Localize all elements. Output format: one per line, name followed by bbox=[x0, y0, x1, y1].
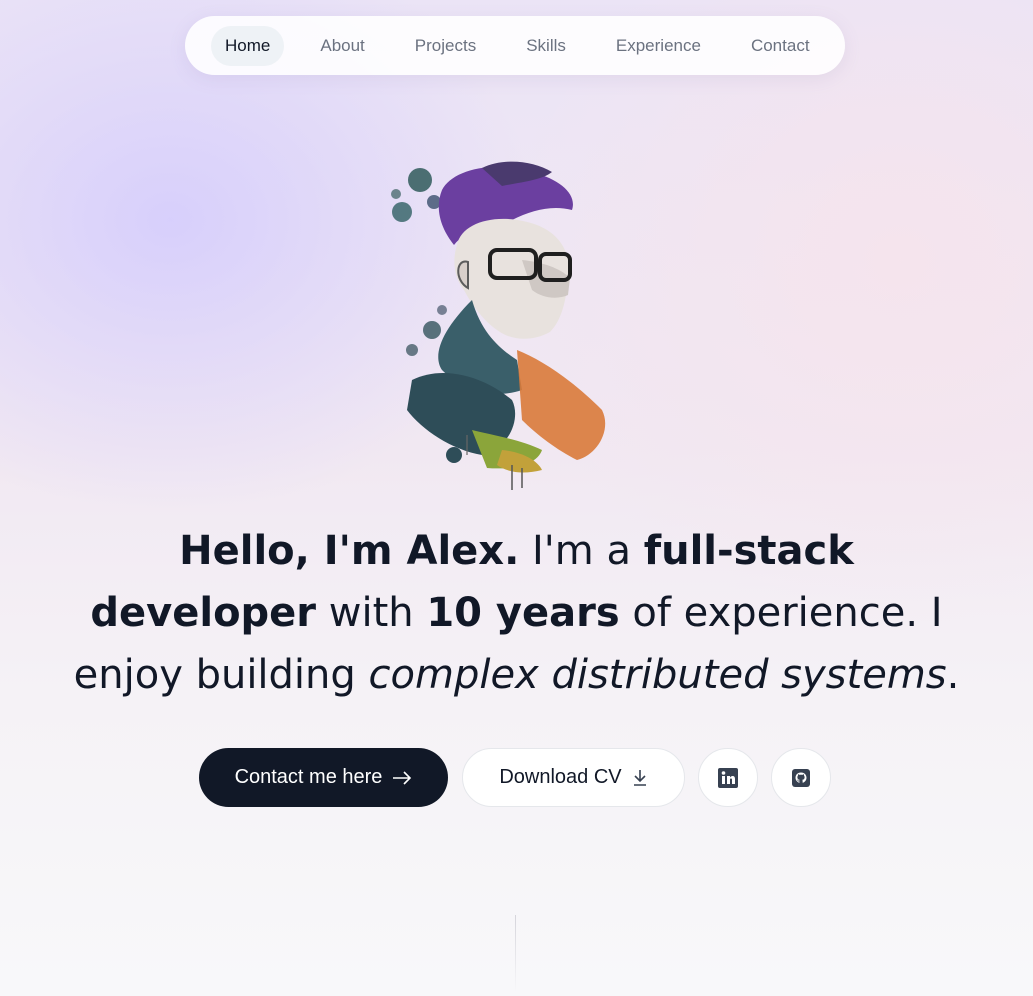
intro-greeting: Hello, I'm Alex. bbox=[179, 528, 520, 574]
page: Home About Projects Skills Experience Co… bbox=[0, 0, 1033, 996]
download-cv-label: Download CV bbox=[499, 766, 622, 788]
nav-item-about[interactable]: About bbox=[306, 26, 378, 66]
intro-with: with bbox=[316, 590, 427, 636]
intro-years: 10 years bbox=[426, 590, 620, 636]
download-cv-button[interactable]: Download CV bbox=[462, 748, 685, 807]
arrow-right-icon bbox=[393, 770, 412, 785]
intro-focus: complex distributed systems bbox=[368, 652, 947, 698]
nav-item-projects[interactable]: Projects bbox=[401, 26, 490, 66]
github-button[interactable] bbox=[771, 748, 831, 807]
profile-portrait bbox=[391, 161, 606, 490]
top-nav: Home About Projects Skills Experience Co… bbox=[185, 16, 845, 75]
linkedin-icon bbox=[718, 767, 738, 788]
download-icon bbox=[633, 769, 646, 786]
contact-button[interactable]: Contact me here bbox=[199, 748, 448, 807]
nav-item-experience[interactable]: Experience bbox=[602, 26, 715, 66]
intro-end: . bbox=[946, 652, 960, 698]
intro-text: Hello, I'm Alex. I'm a full-stack develo… bbox=[60, 520, 973, 706]
linkedin-button[interactable] bbox=[698, 748, 758, 807]
intro-im-a: I'm a bbox=[519, 528, 644, 574]
scroll-indicator-line bbox=[515, 915, 516, 993]
github-icon bbox=[792, 768, 810, 787]
nav-item-skills[interactable]: Skills bbox=[512, 26, 580, 66]
nav-item-home[interactable]: Home bbox=[211, 25, 285, 66]
nav-item-contact[interactable]: Contact bbox=[737, 26, 824, 66]
contact-button-label: Contact me here bbox=[234, 766, 383, 788]
